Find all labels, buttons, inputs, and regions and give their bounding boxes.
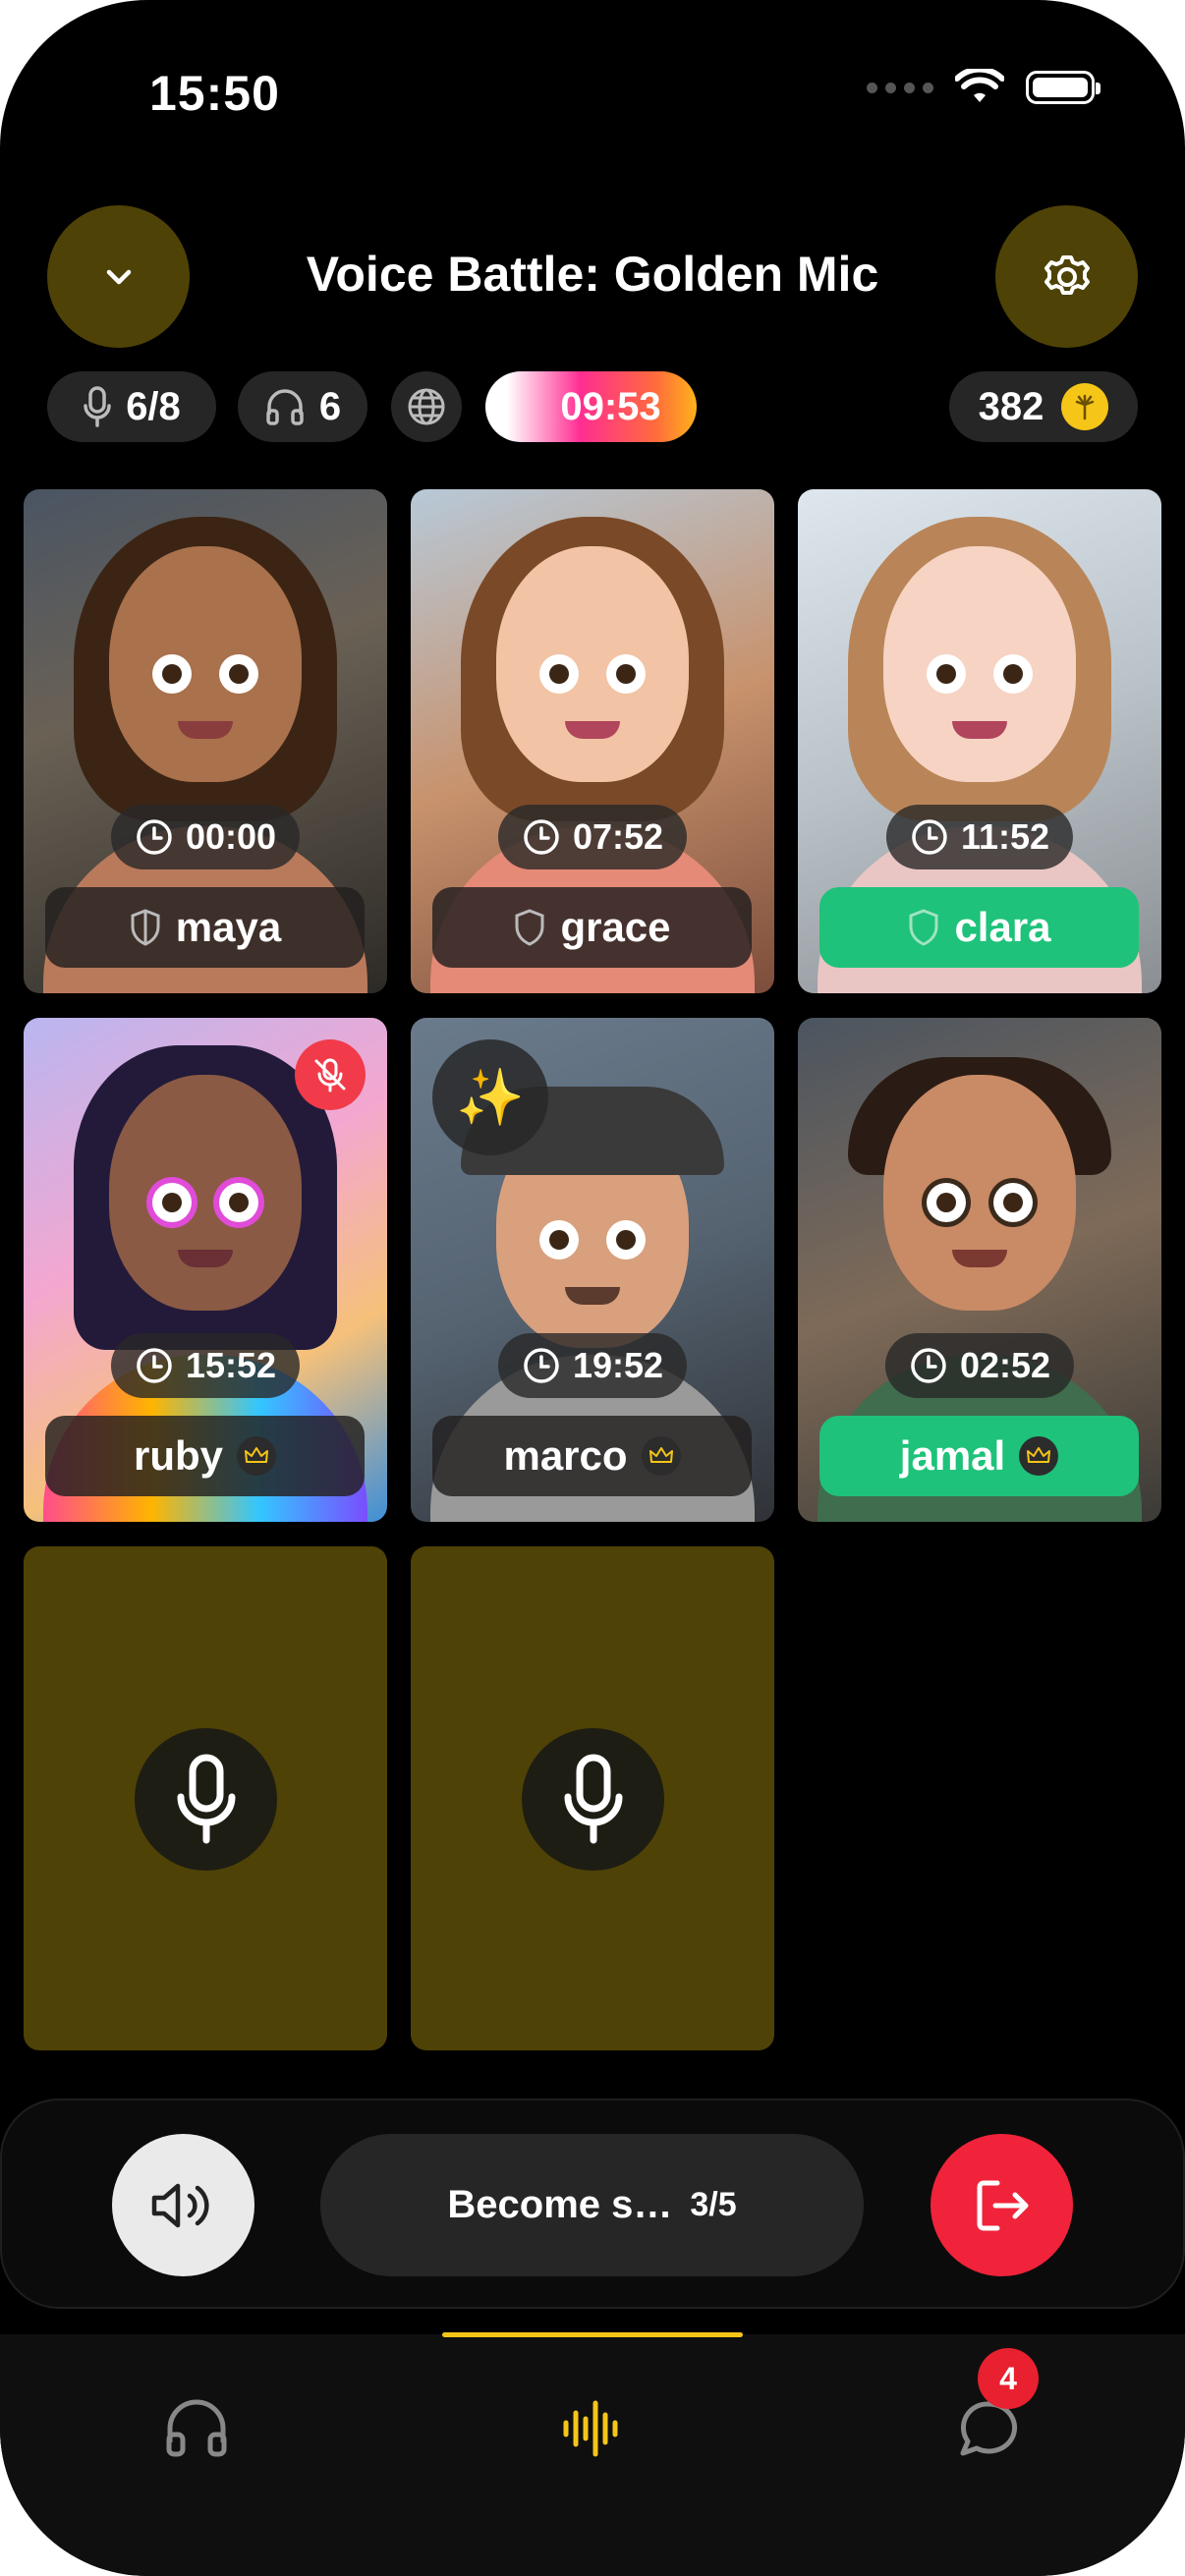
crown-icon bbox=[237, 1436, 276, 1476]
clock-icon bbox=[911, 1348, 946, 1383]
seat-timer: 07:52 bbox=[497, 805, 688, 869]
signal-icon bbox=[867, 82, 933, 93]
language-chip[interactable] bbox=[391, 371, 462, 442]
become-speaker-button[interactable]: Become s… 3/5 bbox=[320, 2134, 864, 2276]
status-indicators bbox=[867, 69, 1100, 106]
coin-icon bbox=[1061, 383, 1109, 430]
seat-name: clara bbox=[954, 904, 1051, 950]
clock-icon bbox=[524, 1348, 559, 1383]
become-speaker-label: Become s… bbox=[447, 2183, 673, 2226]
room-title: Voice Battle: Golden Mic bbox=[306, 247, 879, 302]
collapse-button[interactable] bbox=[47, 205, 190, 348]
empty-seat[interactable] bbox=[24, 1546, 387, 2050]
seat-timer: 02:52 bbox=[884, 1333, 1075, 1398]
exit-icon bbox=[977, 2180, 1028, 2230]
shield-icon bbox=[909, 909, 938, 946]
app-screen: 15:50 Voice Battle: Golden Mic 6/8 6 09:… bbox=[0, 0, 1185, 2576]
seat-timer: 00:00 bbox=[110, 805, 301, 869]
battery-icon bbox=[1026, 71, 1100, 104]
headphones-icon bbox=[266, 389, 304, 425]
gear-icon bbox=[1044, 254, 1090, 295]
mic-icon bbox=[84, 386, 111, 427]
mic-off-icon bbox=[295, 1039, 366, 1110]
sparkle-effect-icon: ✨ bbox=[432, 1039, 548, 1155]
settings-button[interactable] bbox=[995, 205, 1138, 348]
crown-icon bbox=[641, 1436, 681, 1476]
seat-name-bar: ruby bbox=[45, 1416, 365, 1496]
battle-timer-value: 09:53 bbox=[560, 384, 661, 428]
coin-balance-chip[interactable]: 382 bbox=[949, 371, 1138, 442]
clock-icon bbox=[137, 1348, 172, 1383]
listener-count-chip[interactable]: 6 bbox=[238, 371, 367, 442]
seat-name-bar: grace bbox=[432, 887, 752, 968]
seat-name-bar-speaking: jamal bbox=[819, 1416, 1139, 1496]
seat-tile-ruby[interactable]: 15:52 ruby bbox=[24, 1018, 387, 1522]
tab-listen[interactable] bbox=[138, 2370, 255, 2488]
seat-name: ruby bbox=[133, 1432, 223, 1479]
active-tab-indicator bbox=[442, 2332, 743, 2337]
chevron-down-icon bbox=[106, 269, 131, 284]
mic-count-chip[interactable]: 6/8 bbox=[47, 371, 216, 442]
seat-name: grace bbox=[560, 904, 671, 950]
seat-name-bar: maya bbox=[45, 887, 365, 968]
shield-icon bbox=[515, 909, 544, 946]
mic-icon bbox=[177, 1754, 235, 1844]
speaker-icon bbox=[151, 2183, 209, 2227]
clock-icon bbox=[137, 819, 172, 855]
seat-timer: 19:52 bbox=[497, 1333, 688, 1398]
battle-timer: 09:53 bbox=[485, 371, 697, 442]
waveform-icon bbox=[563, 2400, 618, 2457]
seat-tile-jamal[interactable]: 02:52 jamal bbox=[798, 1018, 1161, 1522]
seat-name: maya bbox=[175, 904, 282, 950]
chat-notification-badge: 4 bbox=[978, 2348, 1039, 2409]
wifi-icon bbox=[955, 69, 1004, 102]
speaker-queue-count: 3/5 bbox=[690, 2186, 737, 2223]
mic-icon bbox=[564, 1754, 622, 1844]
seat-tile-grace[interactable]: 07:52 grace bbox=[411, 489, 774, 993]
empty-seat[interactable] bbox=[411, 1546, 774, 2050]
headphones-icon bbox=[166, 2399, 227, 2457]
status-time: 15:50 bbox=[149, 66, 280, 121]
leave-room-button[interactable] bbox=[931, 2134, 1073, 2276]
listener-count: 6 bbox=[318, 384, 342, 428]
seat-tile-maya[interactable]: 00:00 maya bbox=[24, 489, 387, 993]
clock-icon bbox=[524, 819, 559, 855]
speaker-toggle-button[interactable] bbox=[112, 2134, 254, 2276]
seat-tile-marco[interactable]: ✨ 19:52 marco bbox=[411, 1018, 774, 1522]
shield-icon bbox=[131, 909, 160, 946]
take-seat-button[interactable] bbox=[135, 1727, 277, 1871]
seat-timer: 15:52 bbox=[110, 1333, 301, 1398]
seat-name-bar-speaking: clara bbox=[819, 887, 1139, 968]
seat-name: marco bbox=[503, 1432, 628, 1479]
seat-name: jamal bbox=[899, 1432, 1006, 1479]
seat-timer: 11:52 bbox=[885, 805, 1074, 869]
crown-icon bbox=[1019, 1436, 1059, 1476]
seat-name-bar: marco bbox=[432, 1416, 752, 1496]
clock-icon bbox=[912, 819, 947, 855]
globe-icon bbox=[408, 388, 445, 425]
take-seat-button[interactable] bbox=[522, 1727, 664, 1871]
tab-voice[interactable] bbox=[534, 2370, 651, 2488]
mic-count: 6/8 bbox=[126, 384, 181, 428]
seat-tile-clara[interactable]: 11:52 clara bbox=[798, 489, 1161, 993]
coin-balance: 382 bbox=[978, 384, 1044, 428]
